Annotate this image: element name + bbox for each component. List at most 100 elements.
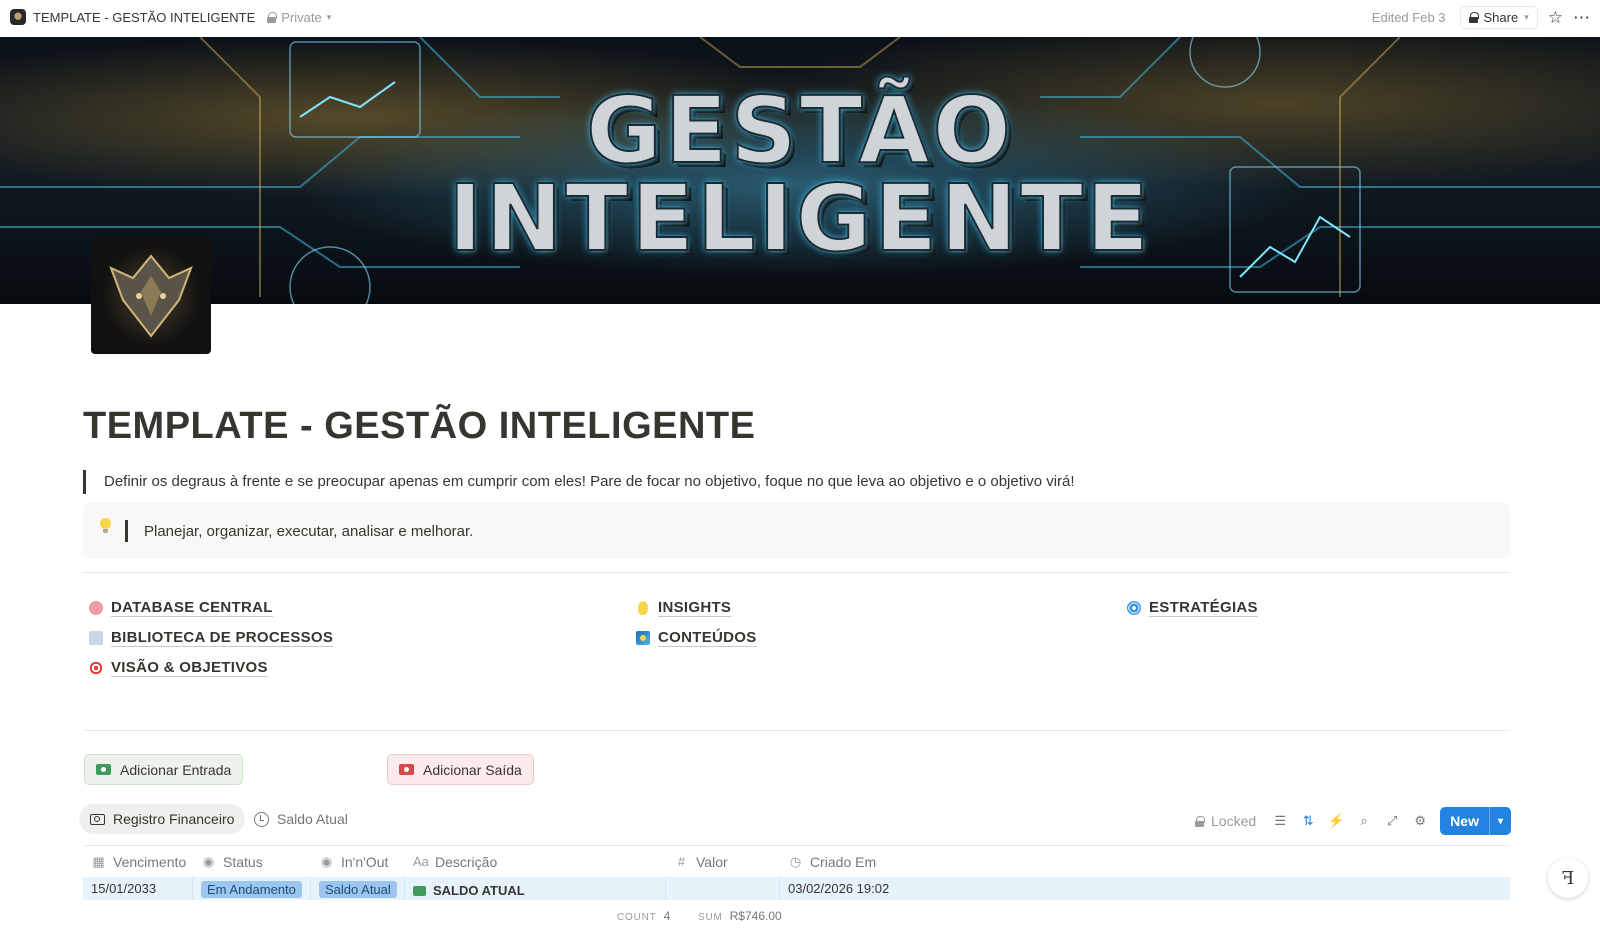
share-label: Share xyxy=(1483,9,1519,25)
tab-registro-financeiro[interactable]: Registro Financeiro xyxy=(79,804,246,834)
add-entry-button[interactable]: Adicionar Entrada xyxy=(84,754,244,785)
money-icon xyxy=(413,885,426,896)
select-icon: ◉ xyxy=(320,853,333,869)
sum-stat[interactable]: SUM R$746.00 xyxy=(698,909,782,923)
link-insights[interactable]: INSIGHTS xyxy=(636,599,732,617)
cell-vencimento[interactable]: 15/01/2033 xyxy=(83,877,193,900)
description-text: SALDO ATUAL xyxy=(433,883,525,898)
cell-valor[interactable] xyxy=(666,877,780,900)
cover-title-line2: INTELIGENTE xyxy=(447,164,1152,273)
chevron-down-icon[interactable]: ▾ xyxy=(1488,807,1511,835)
column-label: Valor xyxy=(696,853,728,870)
clock-icon: ◷ xyxy=(789,853,802,869)
link-label: VISÃO & OBJETIVOS xyxy=(111,659,268,677)
column-header-valor[interactable]: # Valor xyxy=(666,846,780,878)
count-stat[interactable]: COUNT 4 xyxy=(617,909,670,923)
link-database-central[interactable]: DATABASE CENTRAL xyxy=(89,599,273,617)
link-label: CONTEÚDOS xyxy=(658,629,757,647)
automation-icon[interactable]: ⚡ xyxy=(1328,813,1344,829)
sum-value: R$746.00 xyxy=(729,909,782,923)
cash-icon xyxy=(90,813,105,825)
privacy-label: Private xyxy=(281,9,322,25)
link-label: BIBLIOTECA DE PROCESSOS xyxy=(111,629,334,647)
add-entry-label: Adicionar Entrada xyxy=(120,761,232,778)
link-biblioteca-processos[interactable]: BIBLIOTECA DE PROCESSOS xyxy=(89,629,334,647)
locked-indicator[interactable]: Locked xyxy=(1195,813,1256,829)
page-icon-small[interactable] xyxy=(10,9,26,25)
help-assistant-button[interactable]: ꟻ xyxy=(1548,858,1588,898)
share-button[interactable]: Share ▾ xyxy=(1459,5,1538,29)
cell-descricao[interactable]: SALDO ATUAL xyxy=(405,877,666,900)
column-header-criado-em[interactable]: ◷ Criado Em xyxy=(780,846,980,878)
status-badge: Em Andamento xyxy=(201,881,302,898)
notebook-icon xyxy=(89,631,103,645)
emblem-icon xyxy=(109,254,193,338)
cover-image[interactable]: GESTÃO INTELIGENTE xyxy=(0,37,1600,304)
calendar-icon: ▦ xyxy=(92,853,105,869)
settings-icon[interactable]: ⚙ xyxy=(1412,813,1428,829)
column-label: Vencimento xyxy=(113,853,187,870)
in-out-badge: Saldo Atual xyxy=(319,881,397,898)
column-header-status[interactable]: ◉ Status xyxy=(193,846,311,878)
star-icon[interactable]: ☆ xyxy=(1548,9,1563,26)
link-conteudos[interactable]: CONTEÚDOS xyxy=(636,629,757,647)
add-exit-label: Adicionar Saída xyxy=(423,761,522,778)
divider xyxy=(83,730,1510,731)
tab-label: Saldo Atual xyxy=(277,811,348,827)
cyclone-icon xyxy=(1127,601,1141,615)
cell-status[interactable]: Em Andamento xyxy=(193,877,311,900)
lock-icon xyxy=(1468,11,1479,23)
chart-pie-icon xyxy=(254,811,269,827)
number-icon: # xyxy=(677,854,686,869)
light-bulb-icon xyxy=(99,518,113,536)
table-footer: COUNT 4 SUM R$746.00 xyxy=(0,905,1600,928)
column-header-in-out[interactable]: ◉ In'n'Out xyxy=(311,846,405,878)
new-button-label: New xyxy=(1450,813,1479,829)
quote-block[interactable]: Definir os degraus à frente e se preocup… xyxy=(83,470,1075,494)
table-header: ▦ Vencimento ◉ Status ◉ In'n'Out Aa Desc… xyxy=(83,845,1510,877)
column-label: Status xyxy=(223,853,263,870)
edited-timestamp[interactable]: Edited Feb 3 xyxy=(1372,10,1446,25)
chevron-down-icon: ▾ xyxy=(1524,11,1529,22)
text-icon: Aa xyxy=(413,854,429,869)
assistant-icon: ꟻ xyxy=(1561,867,1575,889)
add-exit-button[interactable]: Adicionar Saída xyxy=(387,754,534,785)
table-row[interactable]: 15/01/2033 Em Andamento Saldo Atual SALD… xyxy=(83,877,1510,900)
search-icon[interactable]: ⌕ xyxy=(1356,813,1372,829)
cell-criado-em[interactable]: 03/02/2026 19:02 xyxy=(780,877,980,900)
topbar-actions: Edited Feb 3 Share ▾ ☆ ⋯ xyxy=(1372,5,1590,29)
callout-block[interactable]: Planejar, organizar, executar, analisar … xyxy=(83,503,1510,559)
page-icon[interactable] xyxy=(91,238,211,354)
page-title[interactable]: TEMPLATE - GESTÃO INTELIGENTE xyxy=(83,405,755,448)
column-header-descricao[interactable]: Aa Descrição xyxy=(405,846,666,878)
breadcrumb-title[interactable]: TEMPLATE - GESTÃO INTELIGENTE xyxy=(33,10,255,25)
more-options-icon[interactable]: ⋯ xyxy=(1573,9,1590,26)
status-icon: ◉ xyxy=(202,853,215,869)
expand-icon[interactable]: ⤢ xyxy=(1384,813,1400,829)
link-visao-objetivos[interactable]: VISÃO & OBJETIVOS xyxy=(89,659,268,677)
privacy-menu[interactable]: Private ▾ xyxy=(267,10,331,25)
link-label: INSIGHTS xyxy=(658,599,732,617)
lock-icon xyxy=(1195,815,1206,827)
chevron-down-icon: ▾ xyxy=(326,11,332,22)
link-label: DATABASE CENTRAL xyxy=(111,599,273,617)
link-label: ESTRATÉGIAS xyxy=(1149,599,1258,617)
database-toolbar: Locked ☰ ⇅ ⚡ ⌕ ⤢ ⚙ New ▾ xyxy=(1195,807,1511,835)
filter-icon[interactable]: ☰ xyxy=(1272,813,1288,829)
column-label: Criado Em xyxy=(810,853,877,870)
column-label: In'n'Out xyxy=(341,853,389,870)
cell-in-out[interactable]: Saldo Atual xyxy=(311,877,405,900)
column-label: Descrição xyxy=(435,853,498,870)
sort-icon[interactable]: ⇅ xyxy=(1300,813,1316,829)
light-bulb-icon xyxy=(638,601,648,615)
lock-icon xyxy=(267,11,278,23)
sum-key: SUM xyxy=(698,912,723,923)
link-estrategias[interactable]: ESTRATÉGIAS xyxy=(1127,599,1258,617)
tab-label: Registro Financeiro xyxy=(113,811,235,827)
locked-label: Locked xyxy=(1211,813,1257,829)
tab-saldo-atual[interactable]: Saldo Atual xyxy=(243,804,359,834)
column-header-vencimento[interactable]: ▦ Vencimento xyxy=(83,846,193,878)
callout-quote-bar xyxy=(125,520,128,542)
count-key: COUNT xyxy=(617,912,657,923)
new-button[interactable]: New ▾ xyxy=(1440,807,1511,835)
